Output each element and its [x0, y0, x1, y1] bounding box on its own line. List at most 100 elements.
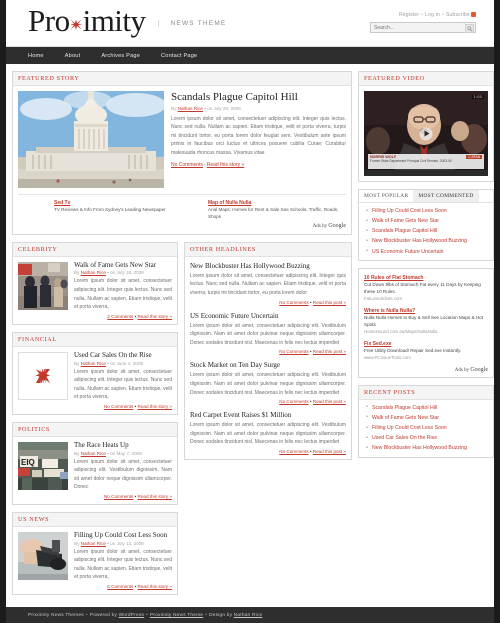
gas-pump-photo-thumbnail[interactable]: [18, 531, 68, 580]
ad-block-1[interactable]: Sed Tv TV Reviews & Info From Sydney's L…: [18, 200, 192, 229]
video-controls-bar[interactable]: [364, 170, 488, 176]
popular-link[interactable]: Scandals Plague Capitol Hill: [372, 228, 437, 234]
site-logo[interactable]: Pro imity: [28, 5, 146, 36]
search-submit-button[interactable]: [465, 24, 474, 33]
subscribe-link[interactable]: Subscribe: [446, 12, 470, 18]
popular-link[interactable]: Filling Up Could Cost Less Soon: [372, 208, 447, 214]
list-item[interactable]: Walk of Fame Gets New Star: [366, 218, 487, 225]
nav-item-contact[interactable]: Contact Page: [161, 53, 197, 59]
tab-most-popular[interactable]: MOST POPULAR: [359, 190, 413, 202]
headline-title[interactable]: New Blockbuster Has Hollywood Buzzing: [190, 262, 346, 270]
read-story-link[interactable]: Read this story »: [207, 162, 245, 168]
read-post-link[interactable]: Read this post »: [313, 449, 346, 454]
featured-story-title[interactable]: Scandals Plague Capitol Hill: [171, 91, 346, 104]
list-item[interactable]: New Blockbuster Has Hollywood Buzzing: [366, 445, 487, 452]
sidebar-ad-1[interactable]: 10 Rules of Flat Stomach Cut Down 9lbs o…: [364, 275, 488, 301]
list-item[interactable]: Filling Up Could Cost Less Soon: [366, 425, 487, 432]
headline-title[interactable]: Red Carpet Event Raises $1 Million: [190, 411, 346, 419]
broken-image-thumbnail[interactable]: [18, 351, 68, 400]
capitol-photo-art: [18, 91, 164, 188]
read-post-link[interactable]: Read this post »: [313, 349, 346, 354]
footer-design-by-label: Design by: [209, 612, 233, 618]
capitol-building-photo[interactable]: [18, 91, 164, 188]
list-item[interactable]: Walk of Fame Gets New Star: [366, 414, 487, 422]
list-item[interactable]: Filling Up Could Cost Less Soon: [366, 208, 487, 215]
login-link[interactable]: Log in: [425, 12, 440, 18]
logo-area[interactable]: Pro imity NEWS THEME: [28, 5, 226, 36]
read-story-link[interactable]: Read this story »: [138, 404, 172, 409]
comments-link[interactable]: No Comments: [104, 494, 133, 499]
register-link[interactable]: Register: [399, 12, 419, 18]
search-input[interactable]: [371, 23, 459, 32]
comments-link[interactable]: No Comments: [171, 162, 203, 168]
comments-link[interactable]: No Comments: [279, 349, 308, 354]
account-links: Register • Log in • Subscribe: [370, 12, 476, 18]
author-link[interactable]: Nathan Rice: [81, 270, 106, 275]
rss-icon[interactable]: [471, 12, 476, 17]
read-story-link[interactable]: Read this story »: [138, 494, 172, 499]
sidebar-ad-3[interactable]: Fix Sed.exe Free Utility Download! Repai…: [364, 341, 488, 360]
category-item-title[interactable]: The Race Heats Up: [74, 441, 172, 450]
author-link[interactable]: Nathan Rice: [81, 541, 106, 546]
popular-link[interactable]: US Economic Future Uncertain: [372, 249, 444, 255]
sidebar-ad-desc-3: Free Utility Download! Repair Sed.exe In…: [364, 347, 462, 353]
tab-most-commented[interactable]: MOST COMMENTED: [413, 190, 479, 202]
nav-item-home[interactable]: Home: [28, 53, 44, 59]
ad-title-1[interactable]: Sed Tv: [54, 200, 192, 206]
sidebar-ad-2[interactable]: Where is Nulla Nulla? Nulla Nulla Homes …: [364, 308, 488, 334]
sidebar-ad-title-3[interactable]: Fix Sed.exe: [364, 341, 488, 347]
campaign-signs-photo-thumbnail[interactable]: EIQ: [18, 441, 68, 490]
headline-title[interactable]: US Economic Future Uncertain: [190, 312, 346, 320]
recent-post-link[interactable]: Scandals Plague Capitol Hill: [372, 405, 437, 411]
sidebar-ad-title-2[interactable]: Where is Nulla Nulla?: [364, 308, 488, 314]
popular-link[interactable]: Walk of Fame Gets New Star: [372, 218, 439, 224]
list-item[interactable]: Scandals Plague Capitol Hill: [366, 228, 487, 235]
author-link[interactable]: Nathan Rice: [178, 106, 203, 111]
google-wordmark: Google: [470, 366, 488, 373]
list-item[interactable]: US Economic Future Uncertain: [366, 248, 487, 256]
comments-link[interactable]: No Comments: [279, 449, 308, 454]
popular-link[interactable]: New Blockbuster Has Hollywood Buzzing: [372, 238, 467, 244]
list-item[interactable]: Scandals Plague Capitol Hill: [366, 404, 487, 412]
author-link[interactable]: Nathan Rice: [81, 451, 106, 456]
list-item[interactable]: New Blockbuster Has Hollywood Buzzing: [366, 238, 487, 245]
wordpress-link[interactable]: WordPress: [119, 613, 144, 618]
crowd-photo-thumbnail[interactable]: [18, 261, 68, 310]
category-item-links: No Comments • Read this story »: [74, 404, 172, 409]
headline-item: Stock Market on Ten Day Surge Lorem ipsu…: [190, 361, 346, 404]
video-speaker-title: Former State Department Principal Civil …: [370, 159, 452, 163]
category-item: Used Car Sales On the Rise By Nathan Ric…: [18, 351, 172, 409]
recent-post-link[interactable]: Filling Up Could Cost Less Soon: [372, 425, 447, 431]
ad-title-2[interactable]: Map of Nulla Nulla: [208, 200, 346, 206]
comments-link[interactable]: 6 Comments: [107, 584, 133, 589]
video-player[interactable]: 1:00 NORRIS WOLF Former State Department…: [364, 91, 488, 176]
featured-story-box: FEATURED STORY Scandals Plague Capitol H…: [12, 71, 352, 235]
category-item-title[interactable]: Filling Up Could Cost Less Soon: [74, 531, 172, 540]
headline-title[interactable]: Stock Market on Ten Day Surge: [190, 361, 346, 369]
search-box[interactable]: [370, 22, 476, 33]
recent-post-link[interactable]: Walk of Fame Gets New Star: [372, 415, 439, 421]
recent-post-link[interactable]: Used Car Sales On the Rise: [372, 435, 437, 441]
recent-posts-list: Scandals Plague Capitol Hill Walk of Fam…: [359, 400, 493, 457]
author-link[interactable]: Nathan Rice: [81, 361, 106, 366]
ad-block-2[interactable]: Map of Nulla Nulla Arial Maps: Homes for…: [200, 200, 346, 229]
comments-link[interactable]: No Comments: [279, 399, 308, 404]
designer-link[interactable]: Nathan Rice: [234, 613, 263, 618]
read-post-link[interactable]: Read this post »: [313, 300, 346, 305]
play-button-icon[interactable]: [419, 127, 433, 140]
list-item[interactable]: Used Car Sales On the Rise: [366, 435, 487, 442]
comments-link[interactable]: 2 Comments: [107, 314, 133, 319]
sidebar-ad-title-1[interactable]: 10 Rules of Flat Stomach: [364, 275, 488, 281]
theme-link[interactable]: Proximity News Theme: [150, 613, 203, 618]
category-item-title[interactable]: Walk of Fame Gets New Star: [74, 261, 172, 270]
recent-post-link[interactable]: New Blockbuster Has Hollywood Buzzing: [372, 445, 467, 451]
read-story-link[interactable]: Read this story »: [138, 314, 172, 319]
read-post-link[interactable]: Read this post »: [313, 399, 346, 404]
category-item-title[interactable]: Used Car Sales On the Rise: [74, 351, 172, 360]
nav-item-about[interactable]: About: [65, 53, 81, 59]
site-container: Pro imity NEWS THEME Register • Log in • Sub…: [6, 0, 494, 623]
read-story-link[interactable]: Read this story »: [138, 584, 172, 589]
comments-link[interactable]: No Comments: [104, 404, 133, 409]
comments-link[interactable]: No Comments: [279, 300, 308, 305]
nav-item-archives[interactable]: Archives Page: [101, 53, 140, 59]
